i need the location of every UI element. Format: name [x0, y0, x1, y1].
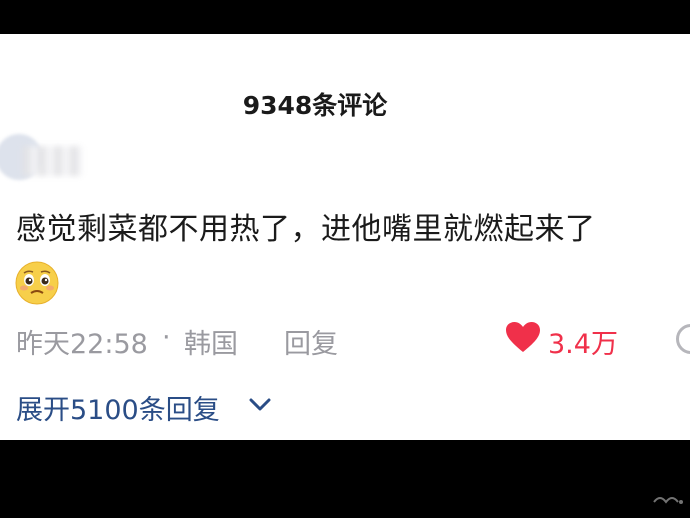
comment-region: 韩国 — [184, 329, 238, 360]
chevron-down-icon[interactable] — [248, 396, 272, 414]
like-count: 3.4万 — [548, 329, 618, 360]
meta-separator: · — [162, 322, 171, 353]
comment-time: 昨天22:58 — [16, 329, 148, 360]
expand-replies-link[interactable]: 展开5100条回复 — [16, 388, 220, 427]
watermark-icon — [653, 497, 683, 504]
comments-panel: 9348条评论 感觉剩菜都不用热了，进他嘴里就燃起来了 昨天22:58 · 韩国… — [0, 34, 690, 440]
pleading-face-emoji — [15, 261, 59, 305]
reply-button[interactable]: 回复 — [284, 322, 338, 361]
username-blurred — [22, 146, 82, 176]
comment-text: 感觉剩菜都不用热了，进他嘴里就燃起来了 — [16, 212, 596, 247]
heart-icon[interactable] — [504, 320, 542, 354]
share-icon[interactable] — [676, 324, 690, 354]
comment-count-title: 9348条评论 — [242, 91, 388, 120]
